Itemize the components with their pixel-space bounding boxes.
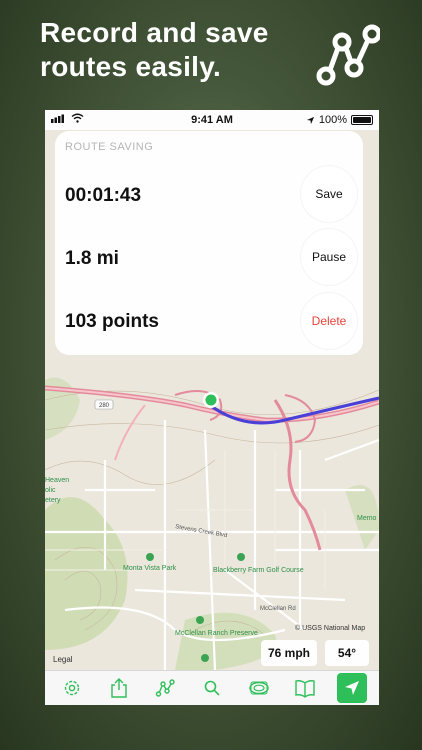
elapsed-time: 00:01:43 [65,185,142,206]
distance: 1.8 mi [65,248,119,269]
park-label-blackberry: Blackberry Farm Golf Course [213,567,304,574]
location-services-icon [306,116,314,124]
save-button[interactable]: Save [301,166,357,222]
book-icon [295,680,315,698]
speed-readout: 76 mph [261,640,317,666]
route-share-icon [316,24,380,86]
temperature-readout: 54° [325,640,369,666]
tab-search[interactable] [197,673,227,703]
legal-link[interactable]: Legal [53,655,73,664]
tab-map-layers[interactable] [244,673,274,703]
tab-share[interactable] [104,673,134,703]
settings-icon [65,680,80,696]
search-icon [204,680,220,696]
card-header: ROUTE SAVING [65,141,154,153]
location-arrow-icon [344,681,359,695]
delete-button[interactable]: Delete [301,293,357,349]
map-label-heaven: Heaven [45,477,69,484]
tab-locate[interactable] [336,673,367,703]
promo-title: Record and save routes easily. [40,17,269,82]
share-icon [111,678,127,698]
route-icon [156,679,176,697]
map-label-memo: Memo [357,515,377,522]
tab-route[interactable] [150,673,180,703]
pause-button[interactable]: Pause [301,229,357,285]
status-bar: 9:41 AM 100% [45,110,379,130]
map-layers-icon [248,681,269,695]
map-label-olic: olic [45,487,56,494]
tab-settings[interactable] [57,673,87,703]
map-attribution[interactable]: © USGS National Map [295,625,365,632]
tab-guide[interactable] [290,673,320,703]
point-count: 103 points [65,311,159,332]
park-label-mcclellan: McClellan Ranch Preserve [175,630,258,637]
phone-screen: 9:41 AM 100% 280 Monta Vista Park Blackb… [45,110,379,705]
map-label-etery: etery [45,497,61,504]
tab-bar [45,670,379,705]
battery-icon [351,115,373,125]
street-label-mcclellan: McClellan Rd [260,606,296,612]
status-right: 100% [306,114,373,126]
route-saving-card: ROUTE SAVING 00:01:43 Save 1.8 mi Pause … [55,131,363,355]
park-label-monta-vista: Monta Vista Park [123,565,177,572]
battery-percent: 100% [318,114,347,126]
highway-label: 280 [99,403,110,409]
